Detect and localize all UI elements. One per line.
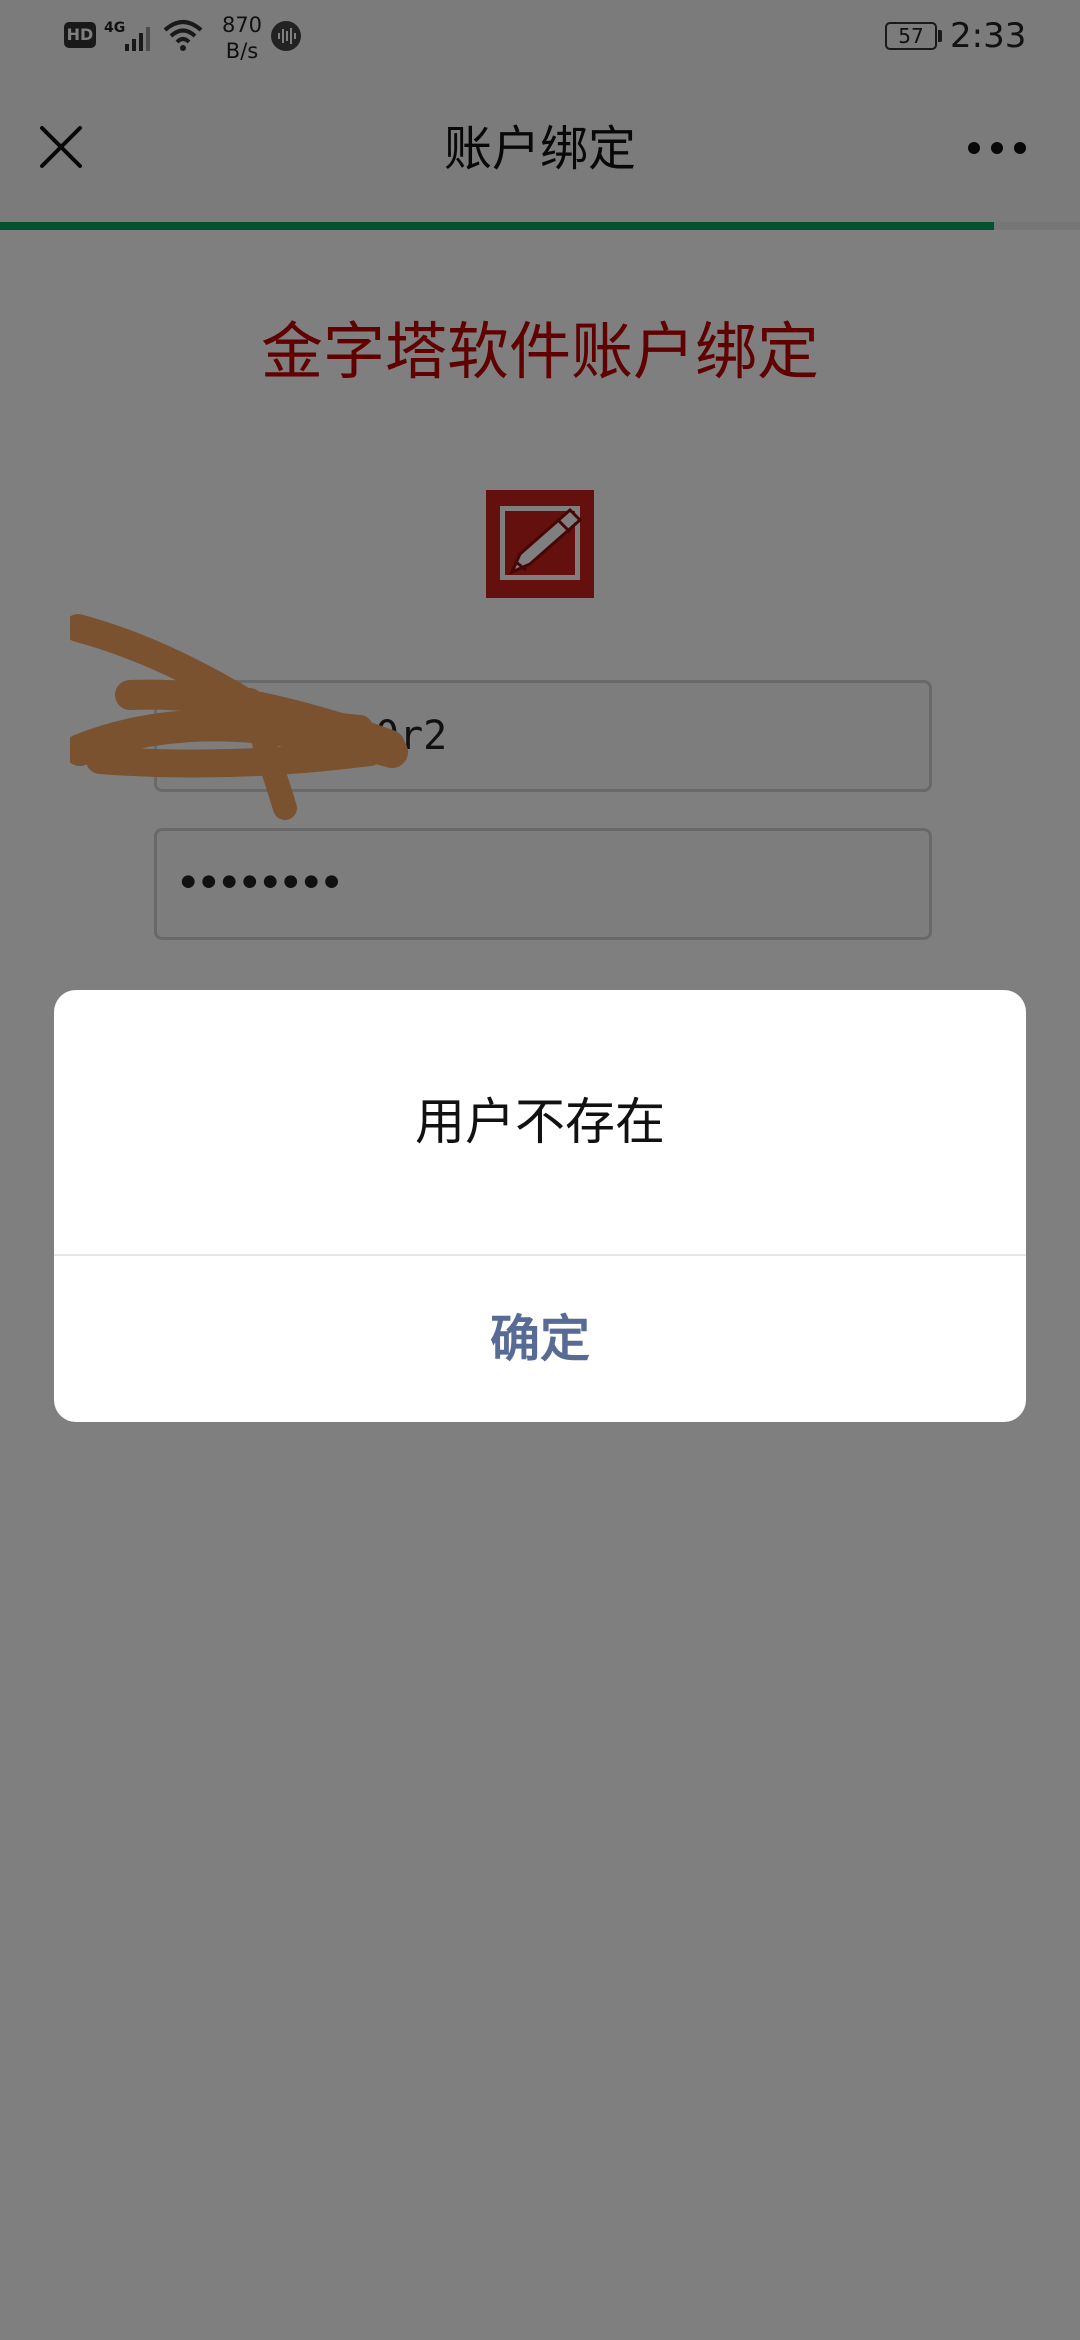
confirm-button[interactable]: 确定 bbox=[54, 1256, 1026, 1422]
alert-dialog: 用户不存在 确定 bbox=[54, 990, 1026, 1422]
dialog-message: 用户不存在 bbox=[415, 1093, 665, 1151]
